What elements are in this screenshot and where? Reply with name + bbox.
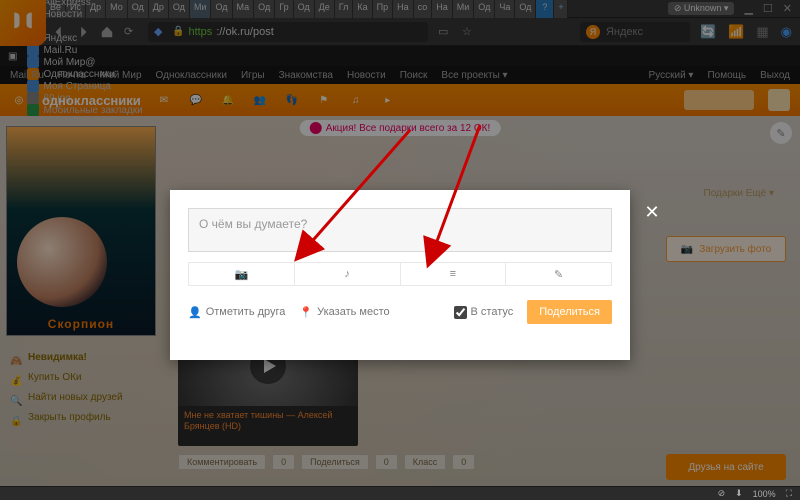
post-text-input[interactable]: О чём вы думаете? — [188, 208, 612, 252]
share-button[interactable]: Поделиться — [527, 300, 612, 324]
attach-photo-button[interactable]: 📷 — [189, 263, 295, 285]
modal-footer: 👤 Отметить друга 📍 Указать место В стату… — [188, 300, 612, 324]
person-icon: 👤 — [188, 306, 202, 319]
attachment-bar: 📷 ♪ ≡ ✎ — [188, 262, 612, 286]
music-note-icon: ♪ — [344, 268, 350, 280]
fullscreen-icon[interactable]: ⛶ — [786, 488, 792, 499]
download-icon[interactable]: ⬇ — [735, 488, 743, 499]
tag-friend-link[interactable]: 👤 Отметить друга — [188, 306, 285, 319]
attach-text-button[interactable]: ≡ — [401, 263, 507, 285]
status-checkbox[interactable]: В статус — [454, 306, 514, 319]
pin-icon: 📍 — [299, 306, 313, 319]
browser-status-bar: ⊘ ⬇ 100% ⛶ — [0, 486, 800, 500]
new-post-modal: ✕ О чём вы думаете? 📷 ♪ ≡ ✎ 👤 Отметить д… — [170, 190, 630, 360]
pencil-icon: ✎ — [554, 268, 563, 281]
camera-icon: 📷 — [235, 268, 249, 281]
close-icon[interactable]: ✕ — [642, 202, 662, 222]
attach-edit-button[interactable]: ✎ — [506, 263, 611, 285]
tag-place-link[interactable]: 📍 Указать место — [299, 306, 389, 319]
attach-music-button[interactable]: ♪ — [295, 263, 401, 285]
zoom-level[interactable]: 100% — [753, 489, 776, 499]
post-placeholder: О чём вы думаете? — [199, 217, 307, 231]
align-left-icon: ≡ — [450, 268, 456, 280]
adblock-icon[interactable]: ⊘ — [718, 488, 726, 499]
